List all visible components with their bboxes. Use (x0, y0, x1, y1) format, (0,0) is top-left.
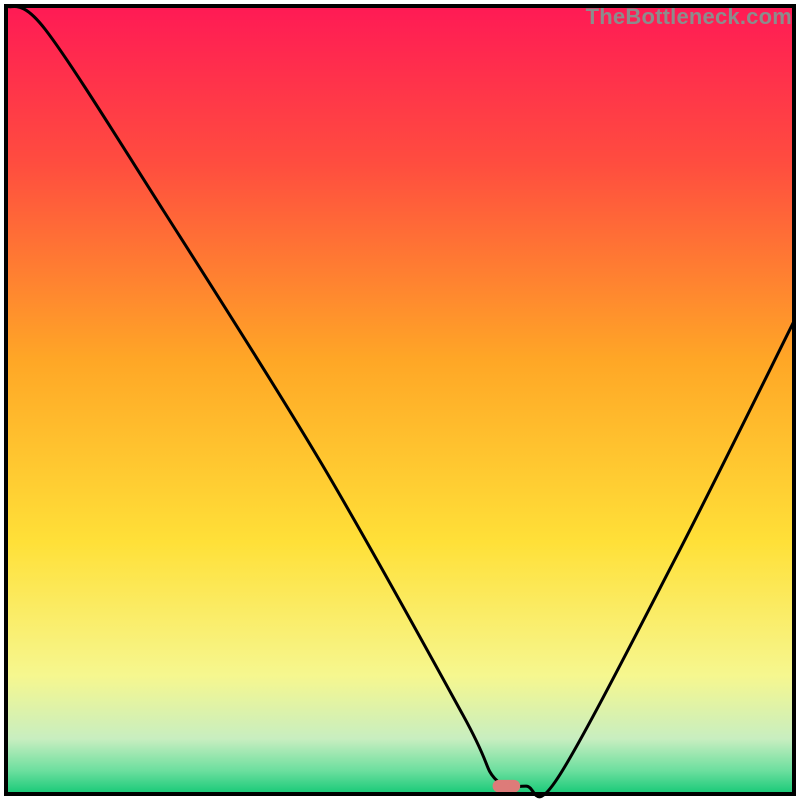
chart-background (6, 6, 794, 794)
chart-svg (0, 0, 800, 800)
watermark-label: TheBottleneck.com (586, 4, 792, 30)
optimum-marker (493, 780, 521, 793)
bottleneck-chart: TheBottleneck.com (0, 0, 800, 800)
